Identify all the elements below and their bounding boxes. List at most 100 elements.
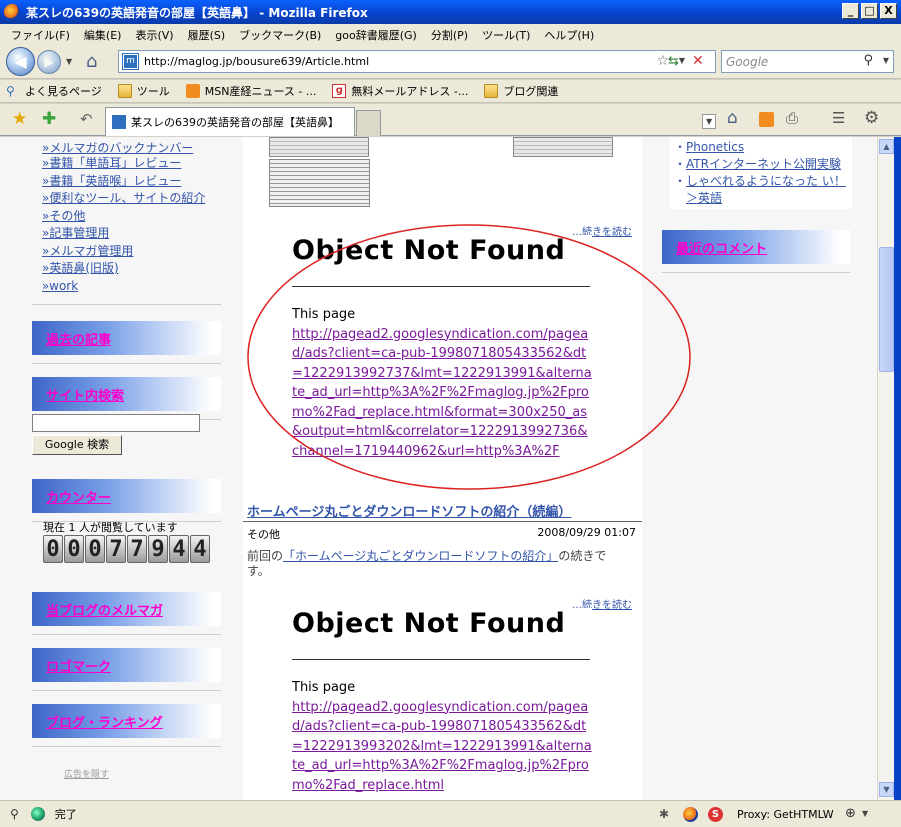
firefox-icon [4, 4, 20, 20]
bookmark-tools[interactable]: ツール [117, 83, 170, 99]
menu-file[interactable]: ファイル(F) [4, 27, 77, 43]
link-nodo-review[interactable]: »書籍「英語喉」レビュー [30, 173, 225, 191]
menu-view[interactable]: 表示(V) [128, 27, 180, 43]
url-dropdown-icon[interactable]: ▼ [679, 56, 685, 65]
gear-icon[interactable]: ⚙ [864, 108, 879, 128]
menu-edit[interactable]: 編集(E) [77, 27, 129, 43]
counter-digit: 0 [64, 535, 84, 563]
link-mailmag-admin[interactable]: »メルマガ管理用 [30, 243, 225, 261]
navigation-toolbar: ◀ ▶ ▼ ⌂ m http://maglog.jp/bousure639/Ar… [0, 45, 901, 79]
link-other[interactable]: »その他 [30, 208, 225, 226]
vertical-scrollbar[interactable]: ▲ ▼ [877, 137, 894, 800]
search-input[interactable]: Google ⚲ ▼ [721, 50, 894, 73]
counter-text: 現在 1 人が閲覧しています [43, 521, 178, 534]
search-status-icon[interactable]: ⚲ [10, 807, 19, 821]
counter-digit: 7 [106, 535, 126, 563]
menu-goo-history[interactable]: goo辞書履歴(G) [328, 27, 424, 43]
maximize-button[interactable]: □ [861, 3, 878, 19]
home-icon[interactable]: ⌂ [86, 51, 97, 72]
link-eigohana-old[interactable]: »英語鼻(旧版) [30, 260, 225, 278]
addon-icon[interactable]: ✱ [659, 807, 669, 821]
past-articles-header: 過去の記事 [32, 321, 221, 364]
article-text: 前回の「ホームページ丸ごとダウンロードソフトの紹介」の続きです。 [247, 549, 607, 578]
history-dropdown-icon[interactable]: ▼ [66, 57, 72, 66]
bookmark-free-mail[interactable]: g 無料メールアドレス -... [332, 83, 468, 99]
forward-icon[interactable]: ▶ [37, 50, 61, 74]
screenshot-thumbnail[interactable] [269, 159, 370, 207]
stop-icon[interactable]: ✕ [692, 53, 704, 69]
counter-header: カウンター [32, 479, 221, 522]
bookmark-blog[interactable]: ブログ関連 [484, 83, 558, 99]
counter-digit: 4 [169, 535, 189, 563]
tab-list-icon[interactable]: ▼ [702, 114, 717, 129]
menu-split[interactable]: 分割(P) [424, 27, 475, 43]
menu-history[interactable]: 履歴(S) [181, 27, 233, 43]
search-dropdown-icon[interactable]: ▼ [883, 56, 889, 65]
tab-new[interactable] [356, 110, 381, 136]
bookmark-msn[interactable]: MSN産経ニュース - ... [185, 83, 316, 99]
page-icon[interactable]: ☰ [832, 109, 845, 127]
link-work[interactable]: »work [30, 278, 225, 296]
counter-digit: 4 [190, 535, 210, 563]
menu-help[interactable]: ヘルプ(H) [537, 27, 601, 43]
menu-bookmarks[interactable]: ブックマーク(B) [232, 27, 328, 43]
zoom-icon[interactable]: ⊕ [845, 806, 856, 821]
article-title-link[interactable]: ホームページ丸ごとダウンロードソフトの紹介（続編） [247, 501, 571, 520]
web-content: »メルマガのバックナンバー »書籍「単語耳」レビュー »書籍「英語喉」レビュー … [0, 137, 877, 800]
menu-tools[interactable]: ツール(T) [475, 27, 537, 43]
scroll-up-icon[interactable]: ▲ [879, 139, 894, 154]
rss-icon [185, 84, 200, 98]
error-intro: This page [292, 680, 356, 695]
right-item: ・しゃべれるようになった い！＞英語 [674, 174, 846, 205]
right-sidebar: ・Phonetics ・ATRインターネット公開実験 ・しゃべれるようになった … [662, 137, 852, 800]
right-item-phonetics-link[interactable]: Phonetics [686, 140, 744, 154]
right-item-atr-link[interactable]: ATRインターネット公開実験 [686, 157, 841, 171]
right-item-shaberu-link[interactable]: しゃべれるようになった い！＞英語 [686, 174, 846, 205]
feed-icon[interactable] [759, 112, 774, 127]
thumbnail-image [269, 137, 369, 157]
minimize-button[interactable]: _ [842, 3, 859, 19]
back-icon[interactable]: ◀ [6, 47, 35, 76]
search-placeholder: Google [726, 54, 769, 69]
url-text: http://maglog.jp/bousure639/Article.html [144, 55, 370, 68]
error-title: Object Not Found [292, 608, 566, 639]
hide-ad-link[interactable]: 広告を隠す [64, 767, 109, 780]
star-toolbar-icon[interactable]: ★ [12, 109, 27, 129]
tab-active[interactable]: 某スレの639の英語発音の部屋【英語鼻】 [105, 107, 355, 136]
counter-digit: 0 [43, 535, 63, 563]
site-search-input[interactable] [32, 414, 200, 432]
tab-site-icon [112, 115, 126, 129]
link-article-admin[interactable]: »記事管理用 [30, 225, 225, 243]
add-icon[interactable]: ✚ [42, 109, 56, 129]
status-bar: ⚲ 完了 ✱ S Proxy: GetHTMLW ⊕ ▼ [0, 800, 901, 827]
thumbnail-image [513, 137, 613, 157]
print-icon[interactable]: ⎙ [786, 109, 798, 127]
counter-digit: 7 [127, 535, 147, 563]
scrollbar-thumb[interactable] [879, 247, 894, 372]
red-ellipse-annotation [247, 224, 691, 490]
zoom-dropdown-icon[interactable]: ▼ [862, 809, 868, 818]
bookmark-icon: ⚲ [6, 84, 15, 98]
undo-icon[interactable]: ↶ [80, 110, 93, 128]
error-url-link[interactable]: http://pagead2.googlesyndication.com/pag… [292, 698, 592, 796]
scroll-down-icon[interactable]: ▼ [879, 782, 894, 797]
close-button[interactable]: X [880, 3, 897, 19]
left-sidebar: »メルマガのバックナンバー »書籍「単語耳」レビュー »書籍「英語喉」レビュー … [30, 137, 225, 800]
link-backnumber[interactable]: »メルマガのバックナンバー [30, 141, 225, 155]
reload-icon[interactable]: ⇆ [668, 54, 679, 69]
firefox-status-icon[interactable] [683, 807, 698, 822]
status-text: 完了 [54, 808, 77, 821]
s-icon[interactable]: S [708, 807, 723, 822]
link-tools[interactable]: »便利なツール、サイトの紹介 [30, 190, 225, 208]
tab-bar: ★ ✚ ↶ 某スレの639の英語発音の部屋【英語鼻】 ▼ ⌂ ⎙ ☰ ⚙ [0, 104, 901, 136]
home-toolbar-icon[interactable]: ⌂ [727, 108, 738, 128]
globe-icon [30, 807, 45, 821]
proxy-status[interactable]: Proxy: GetHTMLW [737, 808, 834, 821]
bookmark-most-visited[interactable]: ⚲ よく見るページ [6, 83, 102, 99]
search-icon[interactable]: ⚲ [863, 53, 873, 68]
previous-article-link[interactable]: 「ホームページ丸ごとダウンロードソフトの紹介」 [283, 549, 558, 563]
google-search-button[interactable]: Google 検索 [32, 435, 122, 455]
url-bar[interactable]: m http://maglog.jp/bousure639/Article.ht… [118, 50, 716, 73]
bookmarks-toolbar: ⚲ よく見るページ ツール MSN産経ニュース - ... g 無料メールアドレス … [0, 80, 901, 103]
link-tango-review[interactable]: »書籍「単語耳」レビュー [30, 155, 225, 173]
